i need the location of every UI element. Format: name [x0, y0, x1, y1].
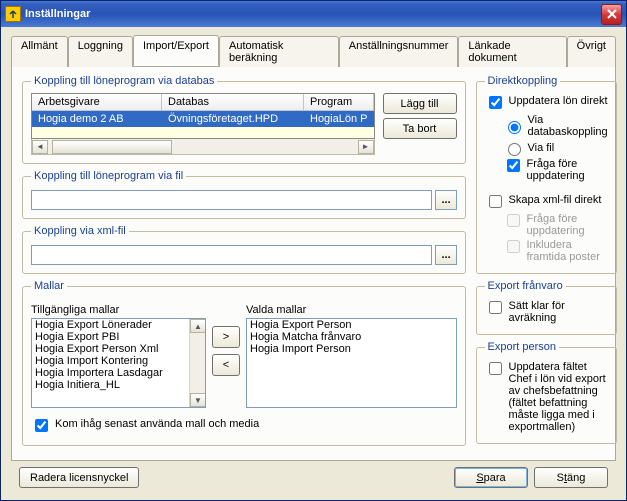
templates-legend: Mallar: [31, 280, 67, 292]
xml-coupling-group: Koppling via xml-fil ...: [22, 225, 466, 274]
update-chef-checkbox[interactable]: [489, 362, 502, 375]
footer: Radera licensnyckel Spara Stäng: [11, 461, 616, 494]
scroll-down-icon[interactable]: ▼: [190, 393, 206, 407]
browse-file-button[interactable]: ...: [435, 190, 457, 210]
tab-lankade[interactable]: Länkade dokument: [458, 36, 566, 67]
right-column: Direktkoppling Uppdatera lön direkt Via …: [476, 75, 617, 452]
list-item[interactable]: Hogia Importera Lasdagar: [32, 367, 189, 379]
list-item[interactable]: Hogia Export Person Xml: [32, 343, 189, 355]
v-scrollbar[interactable]: ▲ ▼: [189, 319, 205, 407]
close-button-rest: äng: [567, 472, 585, 484]
close-button[interactable]: Stäng: [534, 467, 608, 488]
update-direct-checkbox[interactable]: [489, 96, 502, 109]
update-chef-note: (fältet befattning måste ligga med i exp…: [509, 397, 608, 433]
update-direct-label: Uppdatera lön direkt: [509, 95, 608, 107]
table-row[interactable]: Hogia demo 2 AB Övningsföretaget.HPD Hog…: [32, 111, 374, 127]
list-item[interactable]: Hogia Export Person: [247, 319, 456, 331]
db-table[interactable]: Arbetsgivare Databas Program Hogia demo …: [31, 93, 375, 139]
export-person-legend: Export person: [485, 341, 559, 353]
chevron-right-icon: >: [223, 331, 229, 343]
file-path-input[interactable]: [31, 190, 432, 210]
move-right-button[interactable]: >: [212, 326, 240, 348]
h-scrollbar[interactable]: ◄ ►: [31, 139, 375, 155]
available-listbox[interactable]: Hogia Export Lönerader Hogia Export PBI …: [31, 318, 206, 408]
include-future-checkbox: [507, 240, 520, 253]
tab-loggning[interactable]: Loggning: [68, 36, 133, 67]
col-arbetsgivare[interactable]: Arbetsgivare: [32, 94, 162, 110]
move-left-button[interactable]: <: [212, 354, 240, 376]
list-item[interactable]: Hogia Matcha frånvaro: [247, 331, 456, 343]
tab-anstallningsnummer[interactable]: Anställningsnummer: [339, 36, 459, 67]
set-ready-checkbox[interactable]: [489, 301, 502, 314]
list-item[interactable]: Hogia Import Kontering: [32, 355, 189, 367]
add-button[interactable]: Lägg till: [383, 93, 457, 114]
create-xml-label: Skapa xml-fil direkt: [509, 194, 602, 206]
ask-before-checkbox[interactable]: [507, 159, 520, 172]
update-chef-label: Uppdatera fältet Chef i lön vid export a…: [509, 361, 608, 397]
list-item[interactable]: Hogia Export Lönerader: [32, 319, 189, 331]
remember-label: Kom ihåg senast använda mall och media: [55, 418, 259, 430]
xml-path-input[interactable]: [31, 245, 432, 265]
remove-button[interactable]: Ta bort: [383, 118, 457, 139]
window-title: Inställningar: [25, 8, 601, 20]
via-db-radio[interactable]: [508, 121, 521, 134]
col-program[interactable]: Program: [304, 94, 374, 110]
table-empty-area: [32, 127, 374, 138]
save-button-rest: para: [484, 472, 506, 484]
list-item[interactable]: Hogia Initiera_HL: [32, 379, 189, 391]
ask-xml-label: Fråga före uppdatering: [527, 213, 608, 237]
db-coupling-group: Koppling till löneprogram via databas Ar…: [22, 75, 466, 164]
col-databas[interactable]: Databas: [162, 94, 304, 110]
include-future-label: Inkludera framtida poster: [527, 239, 608, 263]
tab-allmant[interactable]: Allmänt: [11, 36, 68, 67]
browse-xml-button[interactable]: ...: [435, 245, 457, 265]
tab-automatisk[interactable]: Automatisk beräkning: [219, 36, 339, 67]
settings-window: Inställningar Allmänt Loggning Import/Ex…: [0, 0, 627, 501]
list-item[interactable]: Hogia Export PBI: [32, 331, 189, 343]
scroll-thumb[interactable]: [52, 140, 172, 154]
xml-coupling-legend: Koppling via xml-fil: [31, 225, 129, 237]
content-area: Allmänt Loggning Import/Export Automatis…: [1, 27, 626, 500]
scroll-left-icon[interactable]: ◄: [32, 140, 48, 154]
close-icon[interactable]: [601, 4, 622, 25]
titlebar: Inställningar: [1, 1, 626, 27]
ask-xml-checkbox: [507, 214, 520, 227]
available-label: Tillgängliga mallar: [31, 304, 206, 316]
left-column: Koppling till löneprogram via databas Ar…: [22, 75, 466, 452]
export-absence-group: Export frånvaro Sätt klar för avräkning: [476, 280, 617, 335]
close-button-pre: S: [557, 472, 564, 484]
chevron-left-icon: <: [223, 359, 229, 371]
remember-checkbox[interactable]: [35, 419, 48, 432]
direct-legend: Direktkoppling: [485, 75, 561, 87]
scroll-up-icon[interactable]: ▲: [190, 319, 206, 333]
via-file-label: Via fil: [528, 142, 555, 154]
db-coupling-legend: Koppling till löneprogram via databas: [31, 75, 217, 87]
tab-ovrigt[interactable]: Övrigt: [567, 36, 616, 67]
list-item[interactable]: Hogia Import Person: [247, 343, 456, 355]
export-person-group: Export person Uppdatera fältet Chef i lö…: [476, 341, 617, 444]
delete-license-button[interactable]: Radera licensnyckel: [19, 467, 139, 488]
scroll-right-icon[interactable]: ►: [358, 140, 374, 154]
tabstrip: Allmänt Loggning Import/Export Automatis…: [11, 35, 616, 67]
direct-group: Direktkoppling Uppdatera lön direkt Via …: [476, 75, 617, 274]
app-icon: [5, 6, 21, 22]
via-file-radio[interactable]: [508, 143, 521, 156]
set-ready-label: Sätt klar för avräkning: [509, 300, 608, 324]
create-xml-checkbox[interactable]: [489, 195, 502, 208]
save-button[interactable]: Spara: [454, 467, 528, 488]
selected-listbox[interactable]: Hogia Export Person Hogia Matcha frånvar…: [246, 318, 457, 408]
tab-page: Koppling till löneprogram via databas Ar…: [11, 67, 616, 461]
ask-before-label: Fråga före uppdatering: [527, 158, 608, 182]
selected-label: Valda mallar: [246, 304, 457, 316]
export-absence-legend: Export frånvaro: [485, 280, 566, 292]
templates-group: Mallar Tillgängliga mallar Hogia Export …: [22, 280, 466, 446]
tab-import-export[interactable]: Import/Export: [133, 35, 219, 66]
via-db-label: Via databaskoppling: [528, 114, 608, 138]
file-coupling-group: Koppling till löneprogram via fil ...: [22, 170, 466, 219]
file-coupling-legend: Koppling till löneprogram via fil: [31, 170, 186, 182]
